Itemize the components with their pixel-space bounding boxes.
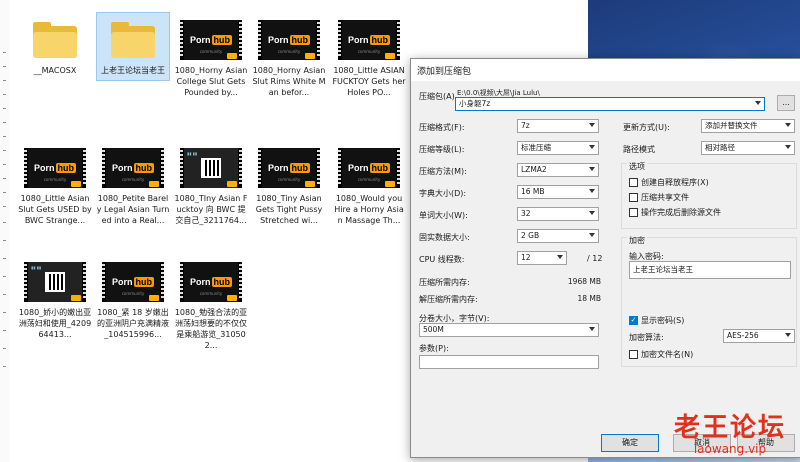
shared-checkbox[interactable]: 压缩共享文件 (629, 192, 689, 203)
chevron-down-icon (785, 123, 791, 127)
word-label: 单词大小(W): (419, 211, 468, 220)
file-name-label: 1080_Would you Hire a Horny Asian Massag… (334, 194, 404, 225)
dialog-title: 添加到压缩包 (411, 59, 800, 81)
mem-decomp-label: 解压缩所需内存: (419, 295, 478, 304)
cpu-select[interactable]: 12 (517, 251, 567, 265)
chevron-down-icon (589, 145, 595, 149)
chevron-down-icon (589, 123, 595, 127)
chevron-down-icon (755, 101, 761, 105)
video-file-item[interactable]: Porn hub community 1080_Would you Hire a Ho… (332, 140, 406, 231)
dict-label: 字典大小(D): (419, 189, 467, 198)
video-thumbnail-icon: Porn hub community (24, 148, 86, 188)
chevron-down-icon (589, 167, 595, 171)
archive-name-combo[interactable]: 小身躯7z (455, 97, 765, 111)
file-name-label: 1080_紧 18 岁嫩出的亚洲阴户充满精液_104515996... (97, 308, 169, 339)
file-name-label: 1080_TIny Asian Fucktoy 向 BWC 提交自己_32117… (174, 194, 248, 225)
chevron-down-icon (785, 145, 791, 149)
file-name-label: 1080_Little Asian Slut Gets USED by BWC … (18, 194, 92, 225)
password-input[interactable]: 上老王论坛当老王 (629, 261, 791, 279)
mem-comp-value: 1968 MB (567, 277, 601, 286)
update-select[interactable]: 添加并替换文件 (701, 119, 795, 133)
enc-method-select[interactable]: AES-256 (723, 329, 795, 343)
file-name-label: 1080_Little ASIAN FUCKTOY Gets her Holes… (332, 66, 406, 97)
chevron-down-icon (785, 333, 791, 337)
level-select[interactable]: 标准压缩 (517, 141, 599, 155)
solid-label: 固实数据大小: (419, 233, 470, 242)
file-name-label: 1080_Horny Asian Slut Rims White Man bef… (252, 66, 326, 97)
video-thumbnail-icon: Porn hub community (338, 148, 400, 188)
video-thumbnail-icon: ▮▮ ▮▮ (180, 148, 242, 188)
video-thumbnail-icon: Porn hub community (180, 20, 242, 60)
file-name-label: __MACOSX (33, 66, 77, 75)
params-label: 参数(P): (419, 344, 449, 353)
show-password-checkbox[interactable]: ✓ 显示密码(S) (629, 315, 684, 326)
add-to-archive-dialog: 添加到压缩包 压缩包(A) E:\0.0\视频\大屌\Jia Lulu\ 小身躯… (410, 58, 800, 458)
split-select[interactable]: 500M (419, 323, 599, 337)
video-thumbnail-icon: Porn hub community (338, 20, 400, 60)
video-thumbnail-icon: Porn hub community (102, 262, 164, 302)
format-label: 压缩格式(F): (419, 123, 465, 132)
method-label: 压缩方法(M): (419, 167, 467, 176)
chevron-down-icon (589, 327, 595, 331)
video-thumbnail-icon: Porn hub community (102, 148, 164, 188)
file-name-label: 1080_娇小的嫩出亚洲荡妇和使用_420964413... (18, 308, 92, 339)
video-thumbnail-icon: Porn hub community (180, 262, 242, 302)
folder-icon (33, 20, 77, 60)
watermark-line1: 老王论坛 (673, 413, 786, 443)
video-file-item[interactable]: Porn hub community 1080_Horny Asian Slut Ri… (252, 12, 326, 103)
video-file-item[interactable]: Porn hub community 1080_勉强合法的亚洲荡妇想要的不仅仅是乘船游… (174, 254, 248, 356)
folder-item[interactable]: 上老王论坛当老王 (96, 12, 170, 81)
mem-decomp-value: 18 MB (577, 294, 601, 303)
watermark-logo: 老王论坛 laowang.vip (674, 407, 786, 456)
chevron-down-icon (589, 189, 595, 193)
mem-comp-label: 压缩所需内存: (419, 278, 470, 287)
folder-item[interactable]: __MACOSX (18, 12, 92, 81)
path-select[interactable]: 相对路径 (701, 141, 795, 155)
format-select[interactable]: 7z (517, 119, 599, 133)
file-name-label: 1080_Horny Asian College Slut Gets Pound… (174, 66, 248, 97)
archive-label: 压缩包(A) (419, 92, 455, 101)
cpu-label: CPU 线程数: (419, 255, 465, 264)
params-input[interactable] (419, 355, 599, 369)
file-name-label: 上老王论坛当老王 (101, 66, 165, 75)
browse-button[interactable]: ... (777, 95, 795, 111)
video-file-item[interactable]: Porn hub community 1080_Little ASIAN FUCKTO… (332, 12, 406, 103)
chevron-down-icon (557, 255, 563, 259)
scroll-strip[interactable] (0, 0, 9, 462)
sfx-checkbox[interactable]: 创建自释放程序(X) (629, 177, 709, 188)
dict-select[interactable]: 16 MB (517, 185, 599, 199)
video-thumbnail-icon: Porn hub community (258, 148, 320, 188)
update-label: 更新方式(U): (623, 123, 670, 132)
video-file-item[interactable]: Porn hub community 1080_紧 18 岁嫩出的亚洲阴户充满精液_1… (96, 254, 170, 345)
file-name-label: 1080_勉强合法的亚洲荡妇想要的不仅仅是乘船游览_310502... (174, 308, 248, 350)
file-name-label: 1080_Petite Barely Legal Asian Turned in… (96, 194, 170, 225)
encryption-title: 加密 (627, 235, 647, 246)
video-thumbnail-icon: ▮▮ ▮▮ (24, 262, 86, 302)
ok-button[interactable]: 确定 (601, 434, 659, 452)
video-file-item[interactable]: ▮▮ ▮▮ 1080_娇小的嫩出亚洲荡妇和使用_420964413... (18, 254, 92, 345)
cpu-max: / 12 (587, 254, 603, 263)
method-select[interactable]: LZMA2 (517, 163, 599, 177)
video-file-item[interactable]: Porn hub community 1080_Tiny Asian Gets Tig… (252, 140, 326, 231)
chevron-down-icon (589, 211, 595, 215)
video-file-item[interactable]: ▮▮ ▮▮ 1080_TIny Asian Fucktoy 向 BWC 提交自己_… (174, 140, 248, 231)
options-title: 选项 (627, 161, 647, 172)
delete-after-checkbox[interactable]: 操作完成后删除源文件 (629, 207, 721, 218)
path-label: 路径模式 (623, 145, 655, 154)
video-file-item[interactable]: Porn hub community 1080_Horny Asian College… (174, 12, 248, 103)
word-select[interactable]: 32 (517, 207, 599, 221)
enc-method-label: 加密算法: (629, 333, 664, 342)
file-name-label: 1080_Tiny Asian Gets Tight Pussy Stretch… (255, 194, 323, 225)
video-file-item[interactable]: Porn hub community 1080_Petite Barely Legal… (96, 140, 170, 231)
folder-icon (111, 20, 155, 60)
video-file-item[interactable]: Porn hub community 1080_Little Asian Slut G… (18, 140, 92, 231)
watermark-line2: laowang.vip (693, 442, 767, 456)
solid-select[interactable]: 2 GB (517, 229, 599, 243)
chevron-down-icon (589, 233, 595, 237)
video-thumbnail-icon: Porn hub community (258, 20, 320, 60)
encrypt-names-checkbox[interactable]: 加密文件名(N) (629, 349, 693, 360)
level-label: 压缩等级(L): (419, 145, 465, 154)
